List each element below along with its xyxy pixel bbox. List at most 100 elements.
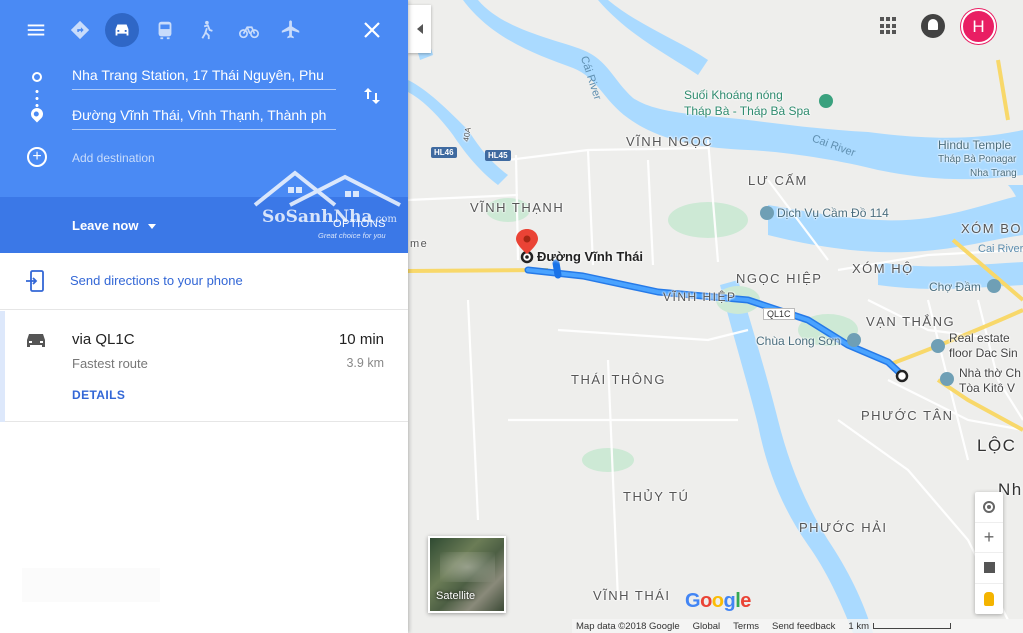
mode-best-route-button[interactable] [63, 13, 97, 47]
temple-pin-icon[interactable] [847, 333, 861, 347]
travel-mode-bar [0, 10, 408, 50]
map-area-label: VẠN THẮNG [866, 314, 956, 329]
map-poi-label[interactable]: Dịch Vụ Cầm Đồ 114 [777, 206, 889, 220]
route-subtitle: Fastest route [72, 356, 148, 371]
close-directions-button[interactable] [360, 18, 384, 42]
swap-locations-button[interactable] [360, 84, 384, 108]
bus-icon [158, 21, 172, 40]
satellite-label: Satellite [436, 590, 476, 602]
map-area-label: VĨNH HIỆP [663, 290, 737, 304]
map-area-label: NGỌC HIỆP [736, 271, 823, 286]
3d-view-button[interactable] [975, 553, 1003, 584]
close-icon [364, 22, 380, 38]
satellite-toggle[interactable]: Satellite [428, 536, 506, 613]
menu-icon [27, 24, 45, 36]
destination-input[interactable]: Đường Vĩnh Thái, Vĩnh Thạnh, Thành ph [72, 107, 336, 130]
map-poi-label[interactable]: Nhà thờ Ch [959, 366, 1021, 380]
origin-input[interactable]: Nha Trang Station, 17 Thái Nguyên, Phu [72, 67, 336, 90]
market-pin-icon[interactable] [987, 279, 1001, 293]
map-poi-label[interactable]: floor Dac Sin [949, 346, 1018, 360]
mode-walking-button[interactable] [189, 13, 223, 47]
leave-now-dropdown[interactable]: Leave now [72, 218, 156, 233]
map-poi-label[interactable]: Nha Trang [970, 168, 1017, 179]
send-to-phone-icon [26, 270, 44, 292]
avatar[interactable]: H [961, 9, 996, 44]
menu-button[interactable] [19, 13, 53, 47]
map-area-label: VĨNH THÁI [593, 588, 671, 603]
send-to-phone-link[interactable]: Send directions to your phone [70, 273, 243, 288]
car-icon [115, 24, 129, 36]
destination-row: Đường Vĩnh Thái, Vĩnh Thạnh, Thành ph [0, 102, 408, 132]
map-river-label: Cai River [978, 243, 1023, 255]
pegman-icon [984, 591, 994, 606]
watermark-logo: SoSanhNha.com Great choice for you [250, 165, 405, 245]
scale-indicator[interactable]: 1 km [848, 621, 951, 632]
spa-pin-icon[interactable] [819, 94, 833, 108]
church-pin-icon[interactable] [940, 372, 954, 386]
map-poi-label[interactable]: Hindu Temple [938, 138, 1011, 152]
map-poi-label[interactable]: Tòa Kitô V [959, 381, 1015, 395]
send-to-phone-row[interactable]: Send directions to your phone [0, 253, 408, 310]
airplane-icon [281, 20, 300, 39]
business-pin-icon[interactable] [931, 339, 945, 353]
my-location-button[interactable] [975, 492, 1003, 523]
mode-flights-button[interactable] [274, 13, 308, 47]
destination-map-label[interactable]: Đường Vĩnh Thái [537, 249, 643, 264]
apps-grid-icon[interactable] [880, 17, 898, 35]
map-poi-label[interactable]: Chùa Long Sơn [756, 334, 841, 348]
global-link[interactable]: Global [693, 621, 720, 632]
origin-row: Nha Trang Station, 17 Thái Nguyên, Phu [0, 62, 408, 92]
map-area-label: PHƯỚC HẢI [799, 520, 888, 535]
map-area-label: VĨNH NGỌC [626, 134, 714, 149]
map-poi-label[interactable]: Real estate [949, 331, 1010, 345]
route-via-label: via QL1C [72, 331, 135, 348]
map-area-label: XÓM BO [961, 221, 1023, 236]
account-controls: H [408, 0, 1023, 54]
mode-cycling-button[interactable] [232, 13, 266, 47]
terms-link[interactable]: Terms [733, 621, 759, 632]
road-shield: HL45 [485, 150, 511, 161]
route-duration: 10 min [338, 331, 384, 348]
route-option-card[interactable]: via QL1C Fastest route 10 min 3.9 km DET… [0, 311, 408, 422]
watermark-tagline: Great choice for you [318, 231, 386, 240]
map-poi-label[interactable]: Chợ Đầm [929, 280, 981, 294]
route-details-button[interactable]: DETAILS [72, 388, 125, 402]
house-outline-icon [253, 170, 401, 207]
map-area-label: PHƯỚC TÂN [861, 408, 954, 423]
shop-pin-icon[interactable] [760, 206, 774, 220]
map-area-label: me [410, 238, 429, 250]
walking-icon [201, 20, 213, 40]
scale-label: 1 km [848, 620, 869, 632]
map-area-label: THỦY TÚ [623, 489, 690, 504]
road-shield: HL46 [431, 147, 457, 158]
map-poi-label[interactable]: Tháp Bà - Tháp Bà Spa [684, 104, 810, 118]
mode-transit-button[interactable] [148, 13, 182, 47]
route-distance: 3.9 km [346, 356, 384, 370]
map-area-label: LỘC [977, 436, 1017, 455]
road-shield: QL1C [763, 308, 795, 320]
map-area-label: XÓM HỘ [852, 261, 914, 276]
location-target-icon [983, 500, 995, 513]
notifications-icon[interactable] [921, 14, 945, 38]
google-maps-window: VĨNH NGỌC VĨNH THẠNH LƯ CẤM XÓM BO XÓM H… [0, 0, 1023, 633]
map-poi-label[interactable]: Tháp Bà Ponagar [938, 154, 1016, 165]
map-area-label: VĨNH THẠNH [470, 200, 565, 215]
bicycle-icon [239, 26, 259, 39]
cube-icon [983, 562, 995, 574]
map-canvas[interactable]: VĨNH NGỌC VĨNH THẠNH LƯ CẤM XÓM BO XÓM H… [408, 0, 1023, 633]
swap-arrows-icon [364, 88, 380, 104]
map-poi-label[interactable]: Suối Khoáng nóng [684, 88, 783, 102]
map-area-label: LƯ CẤM [748, 173, 808, 188]
add-destination-button[interactable]: Add destination [72, 151, 155, 165]
car-icon [27, 334, 45, 347]
add-circle-icon: + [27, 147, 47, 167]
map-controls: + [975, 492, 1003, 614]
zoom-in-button[interactable]: + [975, 523, 1003, 553]
route-origin-marker [895, 369, 909, 383]
mode-driving-button[interactable] [105, 13, 139, 47]
destination-pin-icon [28, 105, 46, 123]
map-data-credit: Map data ©2018 Google [576, 620, 680, 632]
directions-panel: Nha Trang Station, 17 Thái Nguyên, Phu Đ… [0, 0, 408, 633]
send-feedback-link[interactable]: Send feedback [772, 621, 835, 632]
street-view-button[interactable] [975, 584, 1003, 615]
